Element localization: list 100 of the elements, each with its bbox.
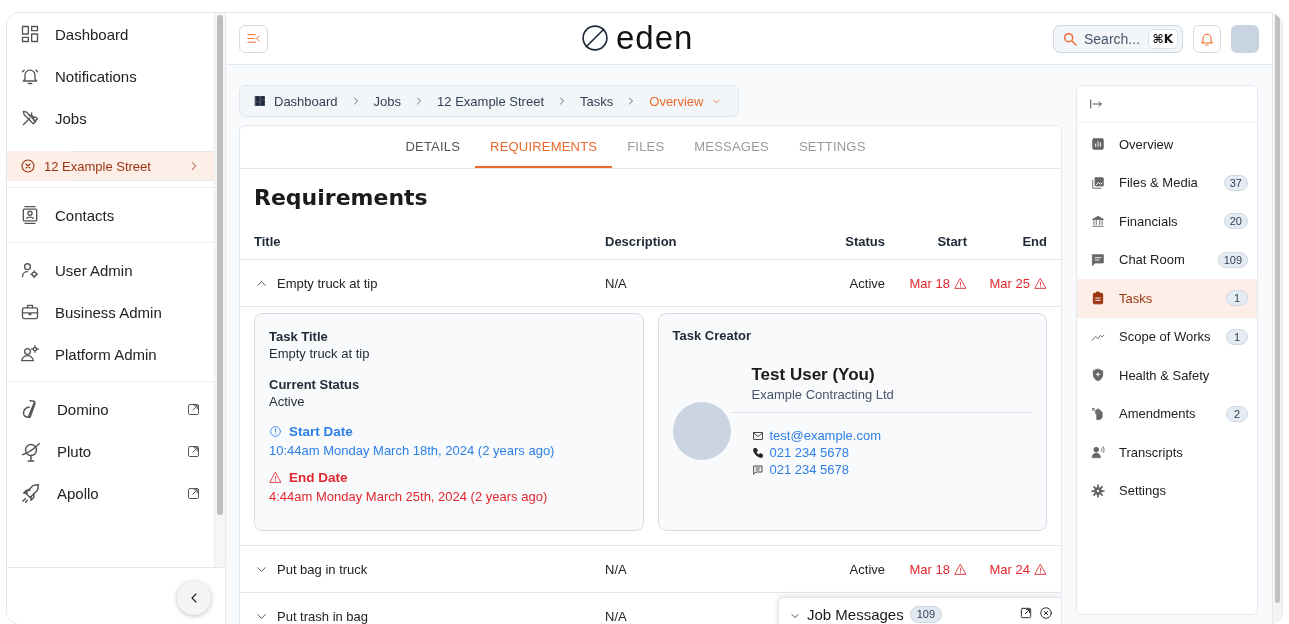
scrollbar[interactable] [1275, 13, 1280, 603]
company-name: Example Contracting Ltd [751, 387, 895, 402]
clipboard-icon [1091, 291, 1105, 306]
table-cell-text: N/A [605, 608, 628, 624]
table-cell: Active [849, 561, 885, 577]
close-icon [1039, 606, 1053, 620]
column-header: Description [605, 234, 678, 249]
nav-item[interactable]: Files & Media 37 [1077, 163, 1257, 202]
contact-link[interactable]: test@example.com [769, 427, 881, 444]
count-badge: 37 [1223, 174, 1248, 191]
dashboard-icon [254, 95, 266, 107]
sidebar-job-item[interactable]: 12 Example Street [7, 151, 215, 181]
phone-icon [751, 446, 764, 459]
nav-item[interactable]: Amendments 2 [1077, 394, 1257, 433]
breadcrumb-link[interactable]: Jobs [373, 93, 402, 109]
breadcrumb-link[interactable]: Tasks [580, 93, 614, 109]
warning-icon [269, 471, 282, 484]
contact-link[interactable]: 021 234 5678 [769, 444, 850, 461]
dashboard-icon [20, 24, 40, 44]
briefcase-icon [20, 302, 40, 322]
table-cell-text: N/A [605, 275, 628, 291]
sidebar-item[interactable]: Business Admin [7, 291, 215, 333]
hand-pointer-icon [1091, 406, 1105, 421]
field-label: Current Status [269, 376, 361, 393]
column-header: End [1022, 234, 1047, 249]
search-field[interactable]: Search... ⌘K [1053, 24, 1183, 53]
search-icon [1062, 30, 1078, 47]
breadcrumb-link[interactable]: 12 Example Street [437, 93, 545, 109]
count-badge: 2 [1226, 405, 1248, 422]
bar-chart-icon [1091, 137, 1105, 152]
sidebar-item[interactable]: User Admin [7, 249, 215, 291]
section-heading: Requirements [254, 185, 429, 210]
date-value: 4:44am Monday March 25th, 2024 (2 years ago) [269, 489, 549, 504]
chat-icon [1091, 252, 1105, 267]
collapse-sidebar-button[interactable] [177, 581, 211, 615]
field-label: Task Title [269, 328, 329, 345]
rocket-icon [20, 482, 42, 504]
sidebar-item[interactable]: Dashboard [7, 13, 215, 55]
message-icon [751, 463, 764, 476]
warning-icon [1034, 276, 1047, 290]
field-value: Empty truck at tip [269, 346, 370, 361]
close-circle-icon [20, 158, 36, 174]
field-label: End Date [289, 470, 348, 485]
nav-item[interactable]: Chat Room 109 [1077, 240, 1257, 279]
sidebar-item[interactable]: Contacts [7, 194, 215, 236]
sidebar-link[interactable]: Domino [7, 388, 215, 430]
user-gear-icon [20, 344, 40, 364]
nav-item[interactable]: Financials 20 [1077, 202, 1257, 241]
external-link-icon [186, 401, 201, 417]
logo-icon [580, 22, 610, 53]
breadcrumb-link[interactable]: Dashboard [254, 93, 338, 109]
column-header: Status [845, 234, 885, 249]
table-cell: Empty truck at tip [277, 275, 378, 291]
menu-button[interactable] [239, 24, 268, 53]
mail-icon [751, 429, 764, 442]
bank-icon [1091, 214, 1105, 229]
count-badge: 1 [1226, 328, 1248, 345]
warning-icon [954, 276, 967, 290]
table-cell: Mar 25 [989, 275, 1047, 291]
notifications-button[interactable] [1193, 24, 1221, 53]
table-cell: Put bag in truck [277, 561, 368, 577]
avatar[interactable] [1231, 24, 1259, 53]
panel-title: Job Messages [807, 606, 904, 623]
tools-icon [20, 108, 40, 128]
nav-item[interactable]: Health & Safety [1077, 356, 1257, 395]
table-cell: Put trash in bag [277, 608, 369, 624]
sidebar-item[interactable]: Jobs [7, 97, 215, 139]
person-speaking-icon [1091, 445, 1105, 460]
sidebar-item[interactable]: Notifications [7, 55, 215, 97]
column-header: Title [254, 234, 282, 249]
contact-link[interactable]: 021 234 5678 [769, 461, 850, 478]
table-cell: Mar 24 [989, 561, 1047, 577]
field-label: Start Date [289, 424, 353, 439]
warning-icon [954, 562, 967, 576]
nav-item[interactable]: Transcripts [1077, 433, 1257, 472]
user-gear-icon [20, 260, 40, 280]
sidebar-link[interactable]: Pluto [7, 430, 215, 472]
nav-item[interactable]: Settings [1077, 471, 1257, 510]
table-cell: Mar 18 [909, 275, 967, 291]
nav-item[interactable]: Scope of Works 1 [1077, 317, 1257, 356]
contact-card-icon [20, 205, 40, 225]
scrollbar[interactable] [217, 15, 223, 515]
count-badge: 109 [909, 606, 943, 623]
planet-icon [20, 440, 42, 462]
creator-name: Test User (You) [751, 365, 876, 385]
nav-item[interactable]: Tasks 1 [1077, 279, 1257, 318]
warning-icon [1034, 562, 1047, 576]
menu-icon [246, 31, 261, 46]
count-badge: 109 [1217, 251, 1248, 268]
count-badge: 1 [1226, 290, 1248, 307]
tab[interactable]: DETAILS [390, 126, 476, 168]
collapse-panel-icon [1089, 97, 1103, 111]
sidebar-item[interactable]: Platform Admin [7, 333, 215, 375]
table-cell-text: N/A [605, 561, 628, 577]
nav-item[interactable]: Overview [1077, 125, 1257, 164]
sidebar-link[interactable]: Apollo [7, 472, 215, 514]
info-icon [269, 425, 282, 438]
card-heading: Task Creator [672, 328, 752, 343]
images-icon [1091, 175, 1105, 190]
settings-icon [1091, 483, 1105, 498]
